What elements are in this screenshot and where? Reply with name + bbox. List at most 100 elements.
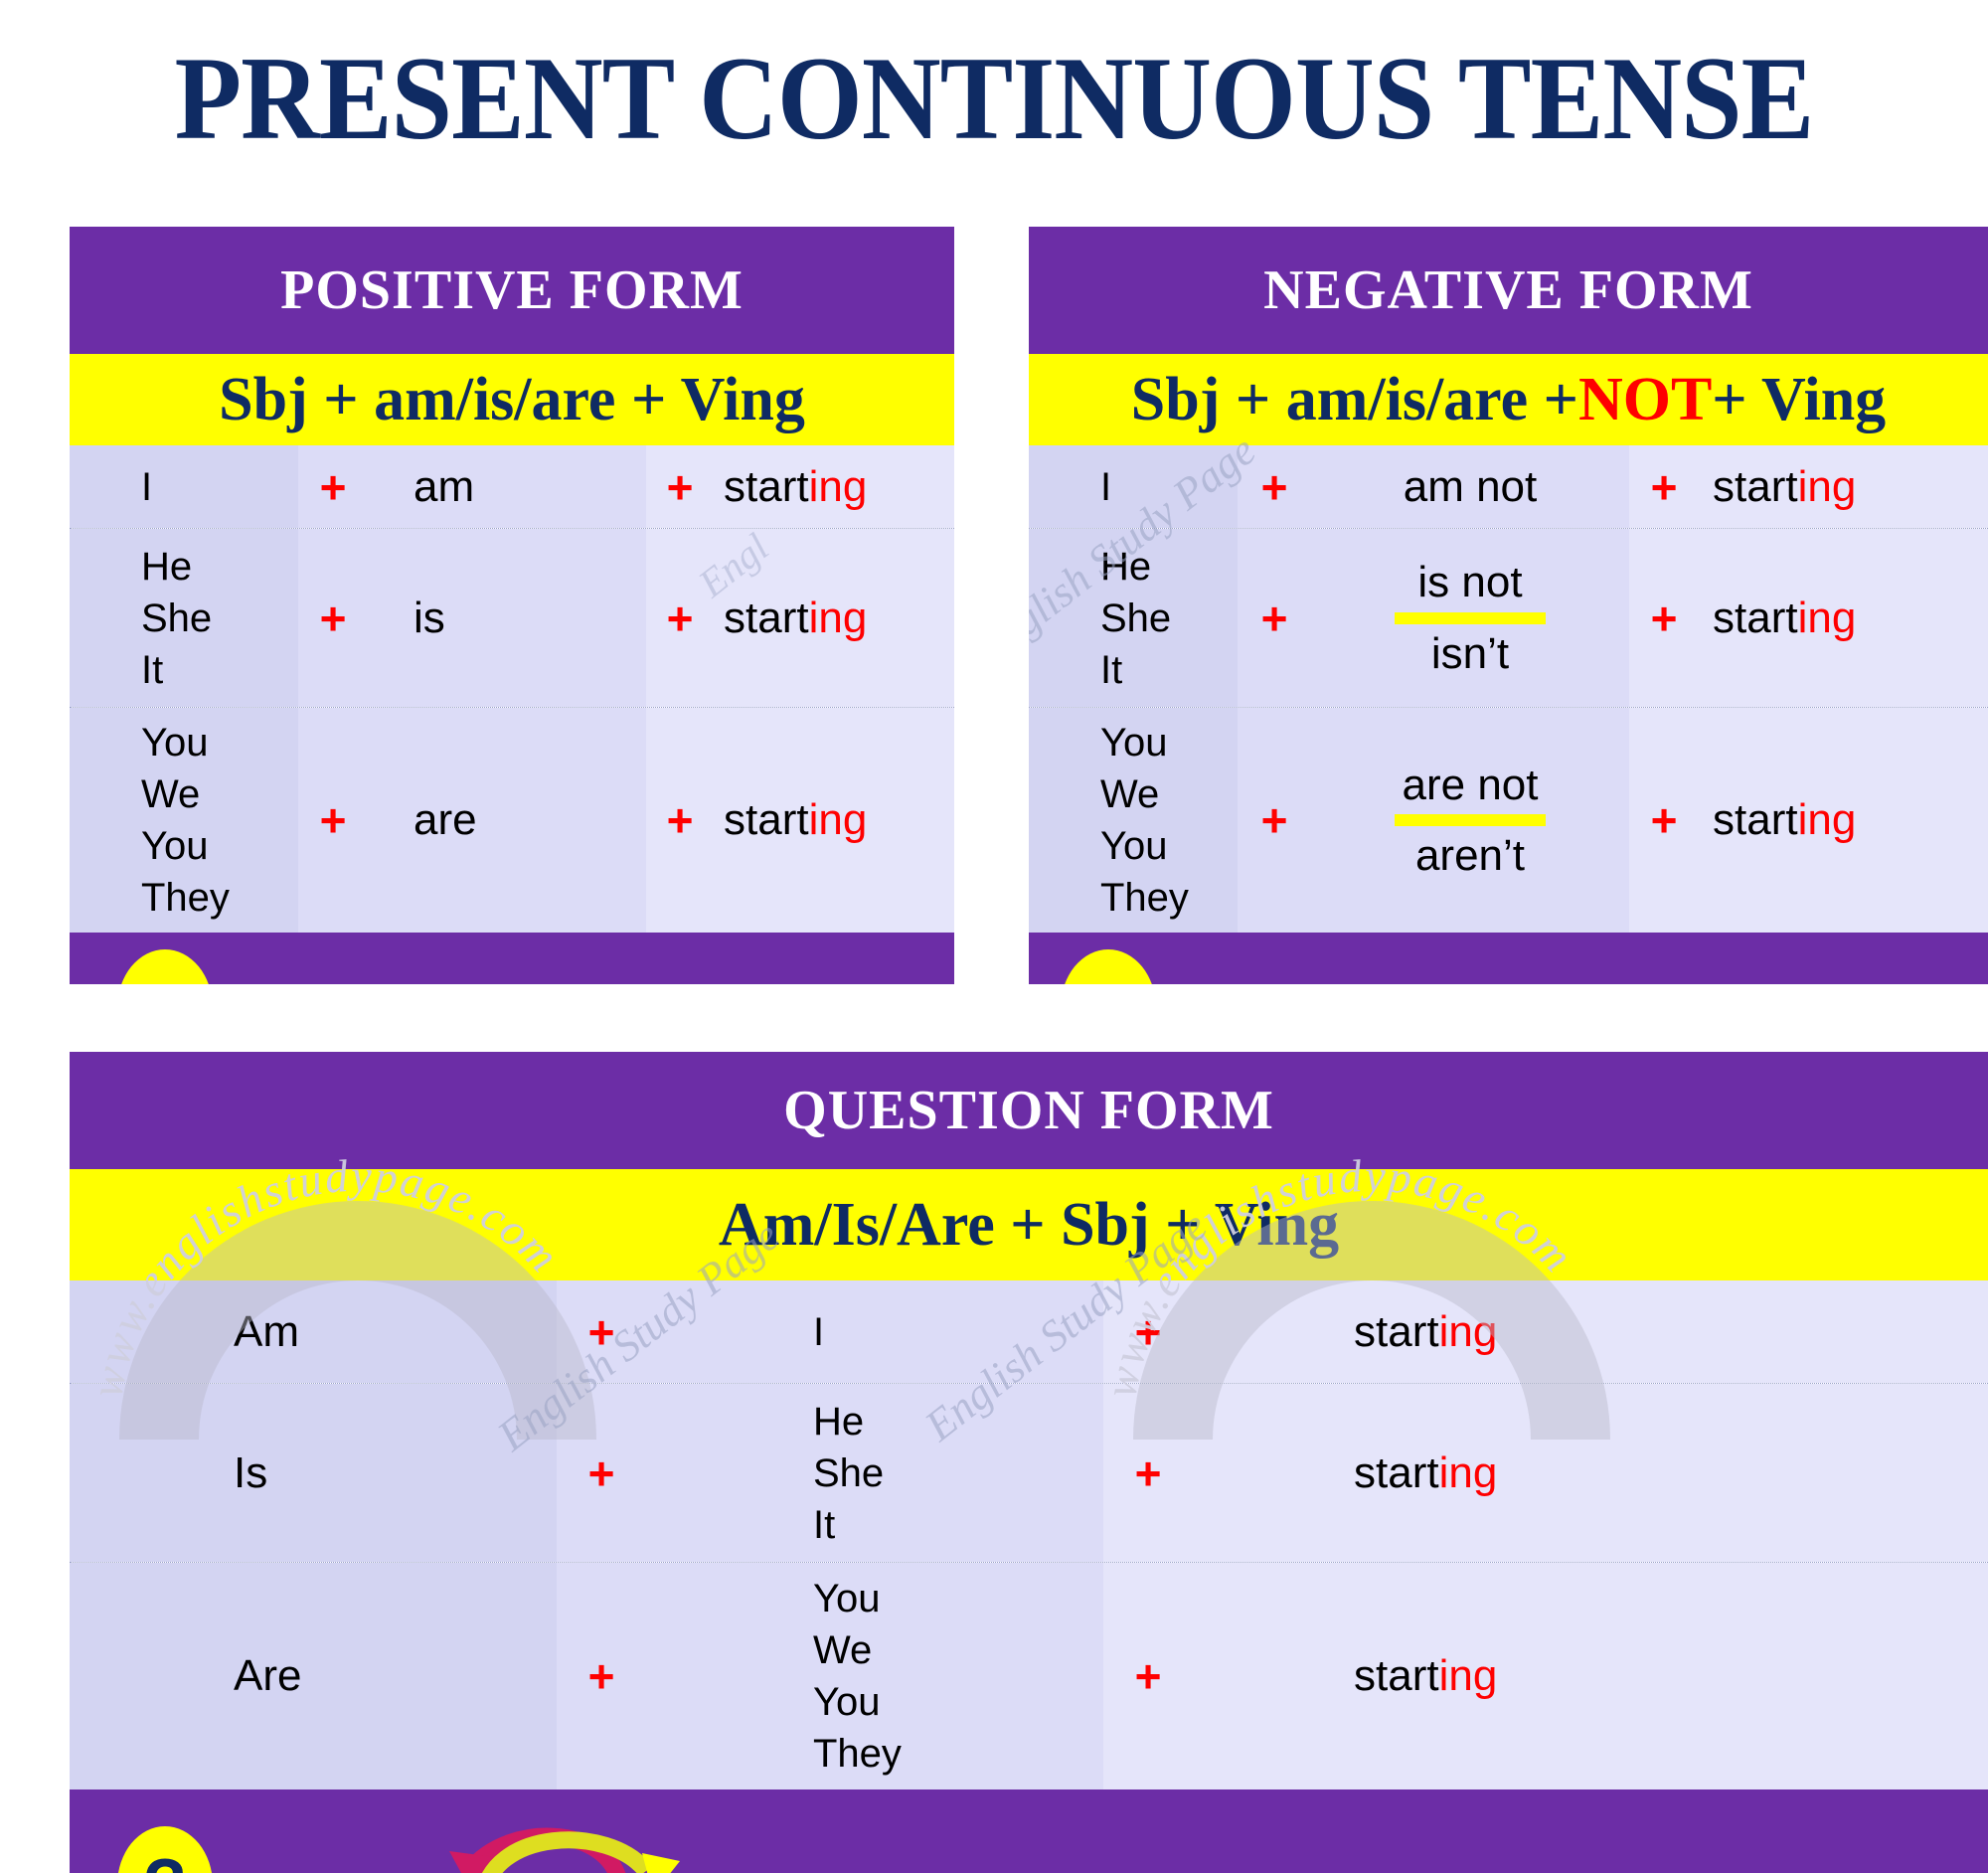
positive-form-heading: POSITIVE FORM: [70, 227, 954, 354]
subject-cell: You We You They: [646, 1563, 1103, 1789]
yellow-divider: [1395, 814, 1546, 826]
plus-icon: +: [1134, 1447, 1162, 1499]
positive-formula-text: Sbj + am/is/are + Ving: [219, 365, 805, 433]
subject-word: She: [141, 596, 213, 640]
negative-form-heading: NEGATIVE FORM: [1029, 227, 1988, 354]
negative-example-bar: – Ex: She is not (isn’t) crying.: [1029, 933, 1988, 984]
verb-cell: is: [368, 529, 646, 707]
subject-word: I: [813, 1309, 825, 1354]
plus-icon: +: [319, 794, 347, 846]
ving-cell: start ing: [714, 445, 954, 528]
aux-cell: Is: [70, 1384, 557, 1562]
negative-table: I + am not + start ing He She It + is no…: [1029, 445, 1988, 933]
verb-cell: are: [368, 708, 646, 933]
subject-word: We: [141, 772, 201, 816]
question-example-content: Ex: You are crying. Are you crying?: [213, 1789, 1988, 1873]
ving-cell: start ing: [1699, 445, 1988, 528]
plus-cell: +: [298, 529, 368, 707]
plus-icon: +: [319, 460, 347, 513]
plus-icon: +: [1650, 592, 1678, 644]
table-row: He She It + is + start ing: [70, 529, 954, 708]
table-row: Is + He She It + start ing: [70, 1384, 1988, 1563]
ving-stem: start: [1354, 1306, 1439, 1356]
ving-suffix: ing: [1438, 1651, 1498, 1700]
ving-stem: start: [1354, 1447, 1439, 1497]
subject-cell: You We You They: [70, 708, 298, 933]
aux-cell: Are: [70, 1563, 557, 1789]
negative-formula-after: + Ving: [1712, 365, 1887, 433]
aux-word: Am: [234, 1306, 299, 1356]
question-example-bar: ? Ex: You are crying. Are you crying?: [70, 1789, 1988, 1873]
ving-suffix: ing: [808, 593, 868, 642]
ving-suffix: ing: [1797, 795, 1857, 844]
aux-cell: Am: [70, 1280, 557, 1383]
subject-word: They: [813, 1732, 902, 1776]
subject-word: You: [813, 1577, 881, 1620]
plus-cell: +: [1238, 529, 1311, 707]
subject-word: It: [813, 1502, 836, 1547]
subject-word: It: [1100, 647, 1123, 692]
subject-cell: I: [1029, 445, 1238, 528]
plus-cell: +: [1629, 445, 1699, 528]
ving-cell: start ing: [1193, 1280, 1988, 1383]
plus-icon: +: [1134, 1650, 1162, 1702]
ving-cell: start ing: [1193, 1384, 1988, 1562]
plus-icon: +: [587, 1447, 615, 1499]
verb-word-contracted: isn’t: [1430, 628, 1510, 678]
verb-cell: am not: [1311, 445, 1629, 528]
subject-word: He: [813, 1399, 865, 1444]
ving-stem: start: [724, 593, 809, 642]
subject-word: We: [1100, 772, 1160, 816]
plus-cell: +: [646, 708, 714, 933]
plus-icon: +: [587, 1305, 615, 1358]
question-formula-text: Am/Is/Are + Sbj + Ving: [718, 1190, 1340, 1259]
positive-table: I + am + start ing He She It + is + star…: [70, 445, 954, 933]
verb-word: am: [414, 461, 475, 511]
subject-word: You: [813, 1680, 881, 1724]
subject-word: You: [1100, 824, 1168, 868]
page-title: PRESENT CONTINUOUS TENSE: [174, 32, 1815, 164]
ving-suffix: ing: [808, 795, 868, 844]
ving-stem: start: [1713, 461, 1798, 511]
plus-cell: +: [1238, 708, 1311, 933]
table-row: He She It + is not isn’t + start ing: [1029, 529, 1988, 708]
plus-cell: +: [1103, 1563, 1193, 1789]
inversion-arrows-icon: [449, 1827, 680, 1873]
table-row: I + am not + start ing: [1029, 445, 1988, 529]
plus-cell: +: [1629, 529, 1699, 707]
subject-word: They: [141, 876, 230, 920]
subject-word: You: [1100, 721, 1168, 765]
ving-cell: start ing: [714, 529, 954, 707]
plus-icon: +: [1260, 592, 1288, 644]
plus-icon: +: [1650, 794, 1678, 846]
ving-stem: start: [1354, 1651, 1439, 1700]
question-form-card: QUESTION FORM Am/Is/Are + Sbj + Ving Am …: [70, 1052, 1988, 1873]
plus-icon: +: [1134, 1305, 1162, 1358]
table-row: I + am + start ing: [70, 445, 954, 529]
subject-cell: He She It: [1029, 529, 1238, 707]
example-sentence: I am crying.: [385, 981, 621, 984]
plus-cell: +: [1629, 708, 1699, 933]
plus-badge-icon: +: [117, 949, 213, 984]
ving-stem: start: [724, 461, 809, 511]
verb-cell: am: [368, 445, 646, 528]
plus-icon: +: [1260, 460, 1288, 513]
ving-stem: start: [1713, 593, 1798, 642]
aux-word: Are: [234, 1651, 302, 1700]
plus-cell: +: [1103, 1280, 1193, 1383]
plus-icon: +: [666, 592, 694, 644]
ving-cell: start ing: [1193, 1563, 1988, 1789]
subject-word: I: [141, 464, 153, 509]
subject-word: I: [1100, 464, 1112, 509]
plus-icon: +: [666, 794, 694, 846]
ving-suffix: ing: [1797, 461, 1857, 511]
subject-word: They: [1100, 876, 1189, 920]
plus-icon: +: [319, 592, 347, 644]
subject-cell: You We You They: [1029, 708, 1238, 933]
question-table: Am + I + start ing Is + He She It + star…: [70, 1280, 1988, 1789]
verb-cell: is not isn’t: [1311, 529, 1629, 707]
subject-cell: I: [70, 445, 298, 528]
subject-word: It: [141, 647, 164, 692]
plus-cell: +: [1238, 445, 1311, 528]
ving-cell: start ing: [1699, 708, 1988, 933]
